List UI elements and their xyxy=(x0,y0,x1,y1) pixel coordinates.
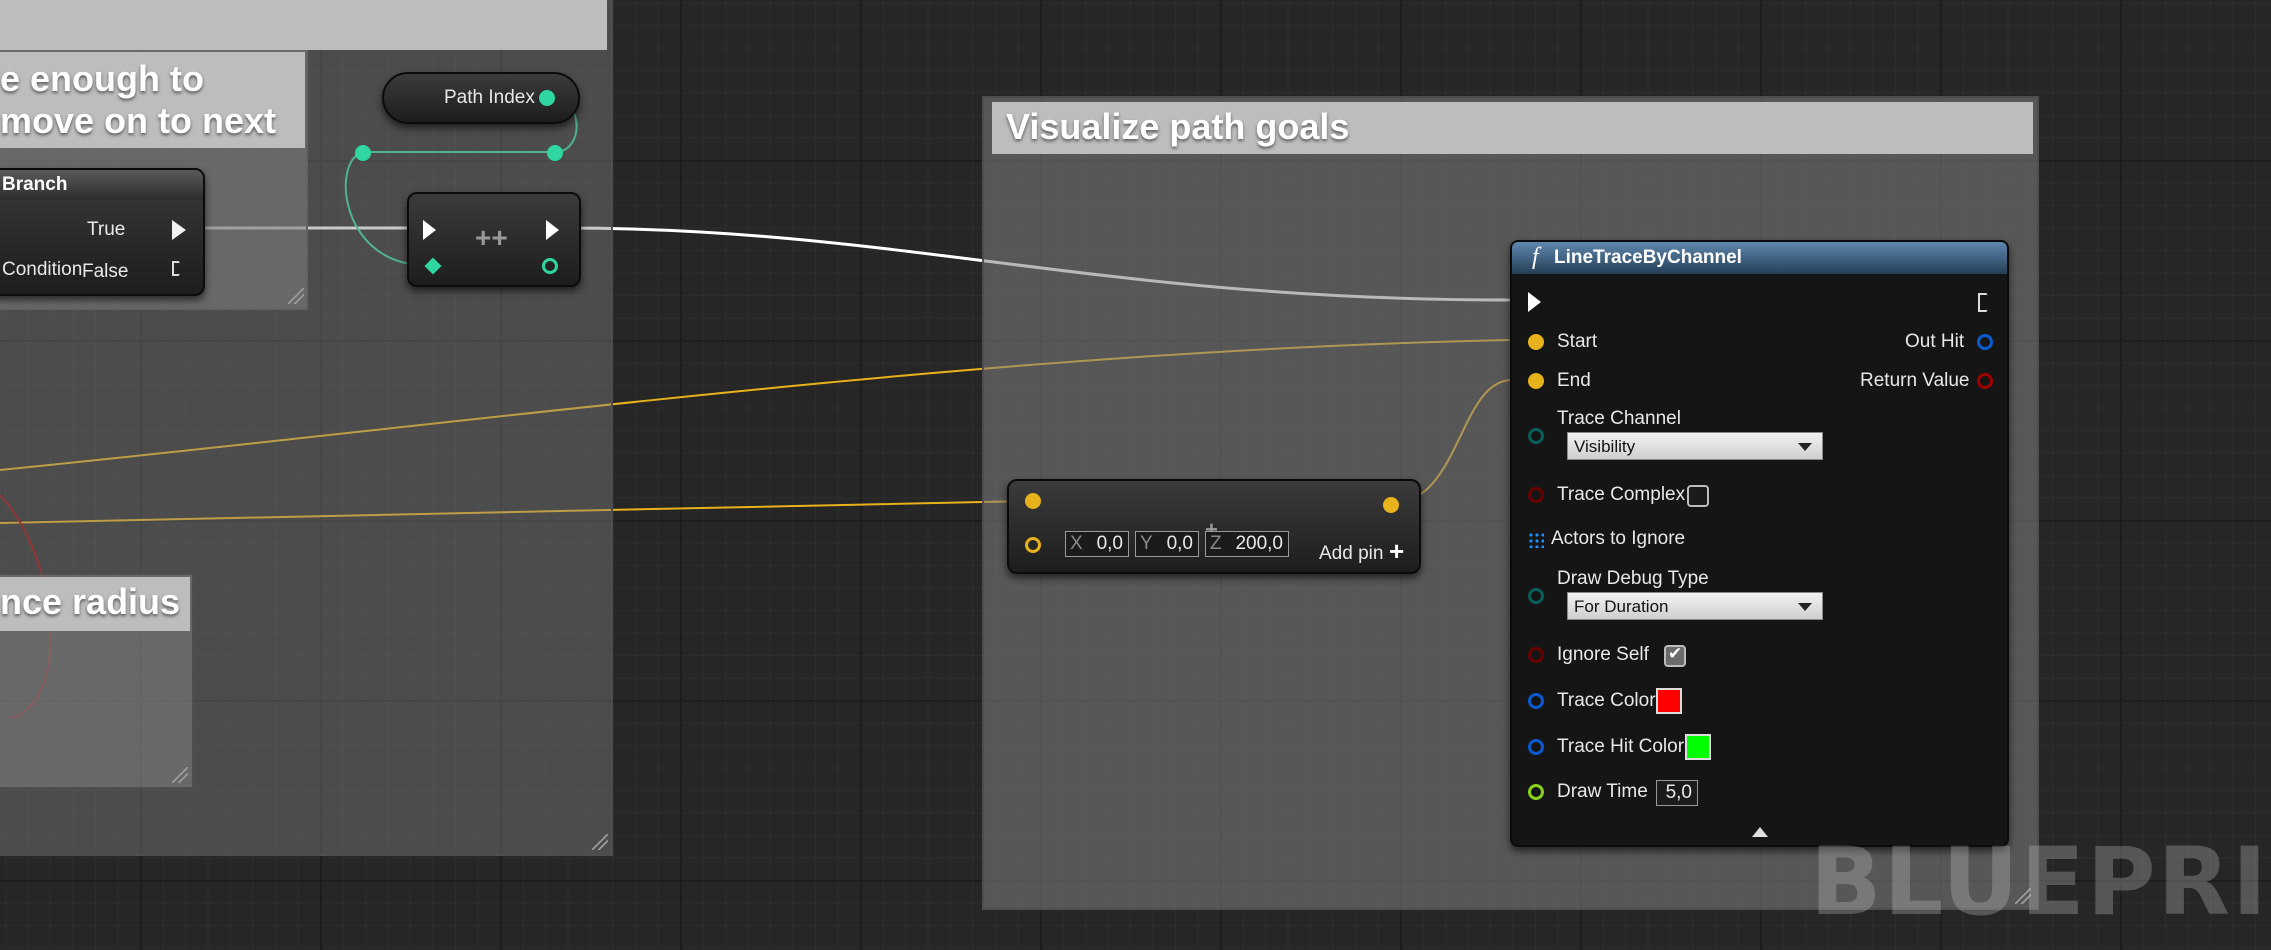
increment-output-pin[interactable] xyxy=(542,258,558,274)
trace-color-label: Trace Color xyxy=(1557,690,1656,711)
chevron-down-icon xyxy=(1798,603,1812,611)
out-hit-pin[interactable] xyxy=(1977,334,1993,350)
x-value: 0,0 xyxy=(1096,533,1123,554)
z-value: 200,0 xyxy=(1235,533,1283,554)
increment-input-pin[interactable] xyxy=(424,257,442,275)
return-value-label: Return Value xyxy=(1860,370,1970,391)
y-value-field[interactable]: Y 0,0 xyxy=(1135,531,1199,557)
increment-symbol: ++ xyxy=(475,222,508,253)
draw-debug-type-label: Draw Debug Type xyxy=(1557,568,1709,589)
draw-debug-type-pin[interactable] xyxy=(1528,588,1544,604)
out-hit-label: Out Hit xyxy=(1905,331,1965,352)
comment-title-line-2: move on to next xyxy=(0,100,277,141)
blueprint-watermark: BLUEPRINT xyxy=(1810,828,2271,937)
resize-handle[interactable] xyxy=(172,767,188,783)
end-label: End xyxy=(1557,370,1591,391)
vector-input-pin[interactable] xyxy=(1025,493,1041,509)
add-pin-plus-icon[interactable]: + xyxy=(1389,536,1404,567)
z-value-field[interactable]: Z 200,0 xyxy=(1205,531,1289,557)
trace-complex-pin[interactable] xyxy=(1528,487,1544,503)
ignore-self-label: Ignore Self xyxy=(1557,644,1649,665)
ignore-self-pin[interactable] xyxy=(1528,647,1544,663)
draw-debug-type-dropdown[interactable]: For Duration xyxy=(1567,592,1823,620)
resize-handle[interactable] xyxy=(288,288,304,304)
branch-true-exec-pin[interactable] xyxy=(172,220,186,240)
trace-channel-dropdown[interactable]: Visibility xyxy=(1567,432,1823,460)
comment-title-line-1: e enough to xyxy=(0,58,204,99)
trace-hit-color-label: Trace Hit Color xyxy=(1557,736,1685,757)
branch-title: Branch xyxy=(2,174,68,195)
checkmark-icon: ✔ xyxy=(1668,644,1683,663)
branch-false-exec-pin[interactable] xyxy=(172,261,183,276)
array-pin-icon[interactable] xyxy=(1528,532,1544,548)
trace-hit-color-pin[interactable] xyxy=(1528,739,1544,755)
ignore-self-checkbox[interactable]: ✔ xyxy=(1664,644,1686,667)
line-trace-title: LineTraceByChannel xyxy=(1554,247,1742,268)
trace-complex-label: Trace Complex xyxy=(1557,484,1686,505)
increment-node[interactable]: ++ xyxy=(407,192,581,287)
line-trace-exec-in-pin[interactable] xyxy=(1528,292,1541,312)
resize-handle[interactable] xyxy=(592,834,608,850)
y-axis-label: Y xyxy=(1140,533,1153,554)
trace-complex-checkbox[interactable] xyxy=(1687,485,1709,507)
branch-node[interactable]: Branch True Condition False xyxy=(0,168,205,296)
chevron-down-icon xyxy=(1798,443,1812,451)
actors-to-ignore-label: Actors to Ignore xyxy=(1551,528,1686,549)
line-trace-exec-out-pin[interactable] xyxy=(1978,293,1992,312)
trace-channel-label: Trace Channel xyxy=(1557,408,1681,429)
y-value: 0,0 xyxy=(1166,533,1193,554)
vector-second-input-pin[interactable] xyxy=(1025,537,1041,553)
path-index-node[interactable]: Path Index xyxy=(382,72,580,124)
trace-color-pin[interactable] xyxy=(1528,693,1544,709)
end-pin[interactable] xyxy=(1528,373,1544,389)
comment-title-left-top[interactable]: e enough to move on to next xyxy=(0,52,305,148)
x-axis-label: X xyxy=(1070,533,1083,554)
start-label: Start xyxy=(1557,331,1598,352)
branch-condition-label: Condition xyxy=(2,259,83,280)
path-index-label: Path Index xyxy=(444,87,535,108)
comment-header-strip xyxy=(0,0,607,50)
reroute-knot[interactable] xyxy=(355,145,371,161)
line-trace-by-channel-node[interactable]: f LineTraceByChannel Start Out Hit End R… xyxy=(1510,240,2009,847)
start-pin[interactable] xyxy=(1528,334,1544,350)
branch-true-label: True xyxy=(87,219,126,240)
collapse-advanced-icon[interactable] xyxy=(1752,827,1768,837)
trace-channel-pin[interactable] xyxy=(1528,428,1544,444)
trace-hit-color-swatch[interactable] xyxy=(1685,734,1711,760)
draw-debug-type-value: For Duration xyxy=(1574,597,1669,616)
add-pin-label[interactable]: Add pin xyxy=(1319,543,1383,565)
z-axis-label: Z xyxy=(1210,533,1222,554)
trace-color-swatch[interactable] xyxy=(1656,688,1682,714)
path-index-output-pin[interactable] xyxy=(539,90,555,106)
make-vector-node[interactable]: + X 0,0 Y 0,0 Z 200,0 Add pin + xyxy=(1007,479,1421,574)
increment-exec-out-pin[interactable] xyxy=(546,220,559,240)
x-value-field[interactable]: X 0,0 xyxy=(1065,531,1129,557)
reroute-knot[interactable] xyxy=(547,145,563,161)
draw-time-field[interactable]: 5,0 xyxy=(1656,780,1698,806)
draw-time-value: 5,0 xyxy=(1665,782,1692,803)
vector-output-pin[interactable] xyxy=(1383,497,1399,513)
return-value-pin[interactable] xyxy=(1977,373,1993,389)
draw-time-pin[interactable] xyxy=(1528,784,1544,800)
branch-false-label: False xyxy=(82,261,129,282)
draw-time-label: Draw Time xyxy=(1557,781,1648,802)
function-icon: f xyxy=(1532,244,1539,270)
increment-exec-in-pin[interactable] xyxy=(423,220,436,240)
comment-title-left-bottom[interactable]: nce radius xyxy=(0,577,190,631)
comment-title-main[interactable]: Visualize path goals xyxy=(992,102,2033,154)
trace-channel-value: Visibility xyxy=(1574,437,1636,456)
